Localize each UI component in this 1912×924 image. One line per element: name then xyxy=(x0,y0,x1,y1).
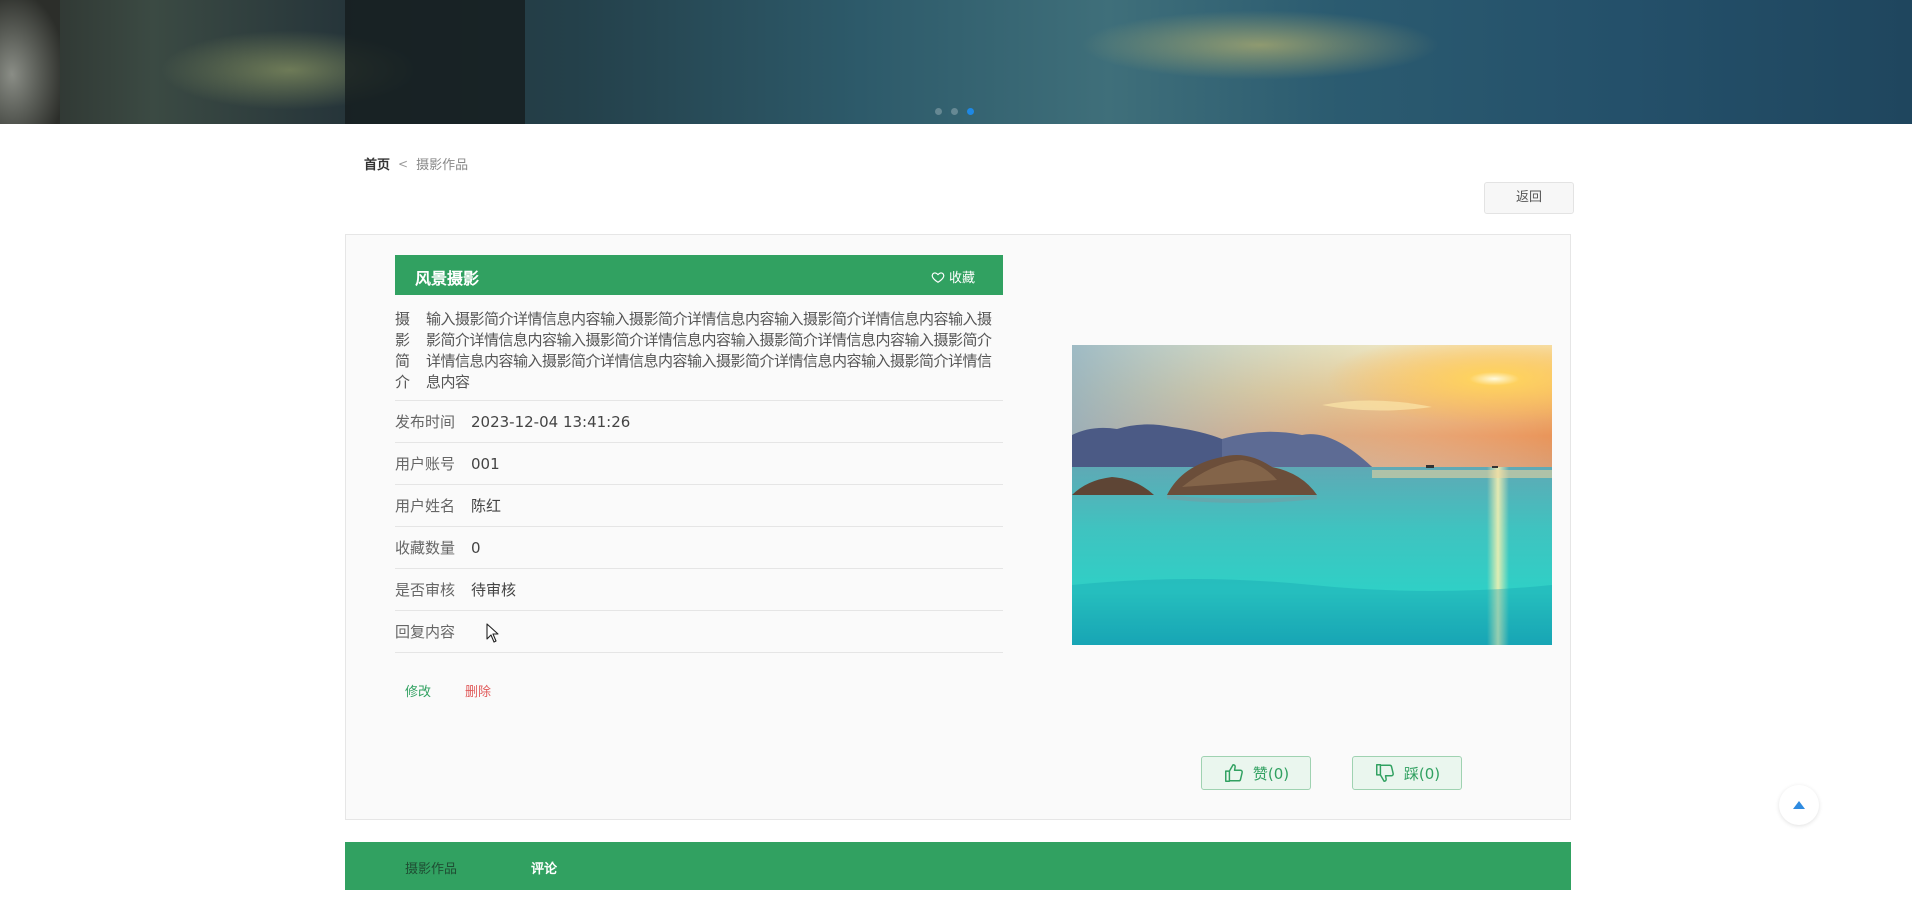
field-value: 待审核 xyxy=(471,581,517,599)
delete-link[interactable]: 删除 xyxy=(465,681,491,700)
banner-carousel[interactable] xyxy=(0,0,1912,124)
field-value: 陈红 xyxy=(471,497,502,515)
banner-overlay-block xyxy=(345,0,525,124)
intro-label: 摄影简介 xyxy=(395,310,411,391)
field-key: 回复内容 xyxy=(395,623,456,641)
tab-comments[interactable]: 评论 xyxy=(531,858,557,877)
title-bar: 风景摄影 收藏 xyxy=(395,255,1003,295)
breadcrumb-current[interactable]: 摄影作品 xyxy=(416,154,468,173)
banner-glow xyxy=(1080,10,1440,80)
work-photo xyxy=(1072,345,1552,645)
carousel-dot[interactable] xyxy=(935,108,942,115)
field-key: 用户姓名 xyxy=(395,497,456,515)
thumbs-up-icon xyxy=(1224,764,1243,782)
field-key: 用户账号 xyxy=(395,455,456,473)
edit-link[interactable]: 修改 xyxy=(405,681,431,700)
back-button[interactable]: 返回 xyxy=(1484,182,1574,214)
arrow-up-icon xyxy=(1793,801,1805,809)
field-row: 用户姓名 陈红 xyxy=(395,485,1003,527)
intro-section: 摄影简介 输入摄影简介详情信息内容输入摄影简介详情信息内容输入摄影简介详情信息内… xyxy=(395,309,1003,401)
thumbs-down-icon xyxy=(1375,764,1394,782)
field-value: 2023-12-04 13:41:26 xyxy=(471,413,631,431)
back-to-top-button[interactable] xyxy=(1779,785,1819,825)
field-value: 001 xyxy=(471,455,500,473)
field-key: 收藏数量 xyxy=(395,539,456,557)
detail-panel: 风景摄影 收藏 摄影简介 输入摄影简介详情信息内容输入摄影简介详情信息内容输入摄… xyxy=(345,234,1571,820)
carousel-indicators xyxy=(935,108,974,115)
field-key: 发布时间 xyxy=(395,413,456,431)
breadcrumb-home[interactable]: 首页 xyxy=(364,154,390,173)
field-row: 发布时间 2023-12-04 13:41:26 xyxy=(395,401,1003,443)
like-label: 赞(0) xyxy=(1252,764,1290,783)
like-button[interactable]: 赞(0) xyxy=(1201,756,1311,790)
breadcrumb-separator: < xyxy=(398,156,409,171)
field-value: 0 xyxy=(471,539,481,557)
heart-icon xyxy=(931,271,945,283)
field-row: 用户账号 001 xyxy=(395,443,1003,485)
breadcrumb: 首页 < 摄影作品 xyxy=(364,154,468,174)
tab-bar: 摄影作品 评论 xyxy=(345,842,1571,890)
tab-works[interactable]: 摄影作品 xyxy=(405,858,457,877)
field-row: 收藏数量 0 xyxy=(395,527,1003,569)
favorite-label: 收藏 xyxy=(948,271,975,286)
carousel-dot[interactable] xyxy=(951,108,958,115)
carousel-dot-active[interactable] xyxy=(967,108,974,115)
intro-text: 输入摄影简介详情信息内容输入摄影简介详情信息内容输入摄影简介详情信息内容输入摄影… xyxy=(426,310,992,391)
field-key: 是否审核 xyxy=(395,581,456,599)
mouse-cursor-icon xyxy=(486,623,499,643)
dislike-button[interactable]: 踩(0) xyxy=(1352,756,1462,790)
work-title: 风景摄影 xyxy=(415,269,480,288)
favorite-button[interactable]: 收藏 xyxy=(931,267,975,286)
dislike-label: 踩(0) xyxy=(1403,764,1441,783)
banner-rock-image xyxy=(0,0,60,124)
field-row: 是否审核 待审核 xyxy=(395,569,1003,611)
